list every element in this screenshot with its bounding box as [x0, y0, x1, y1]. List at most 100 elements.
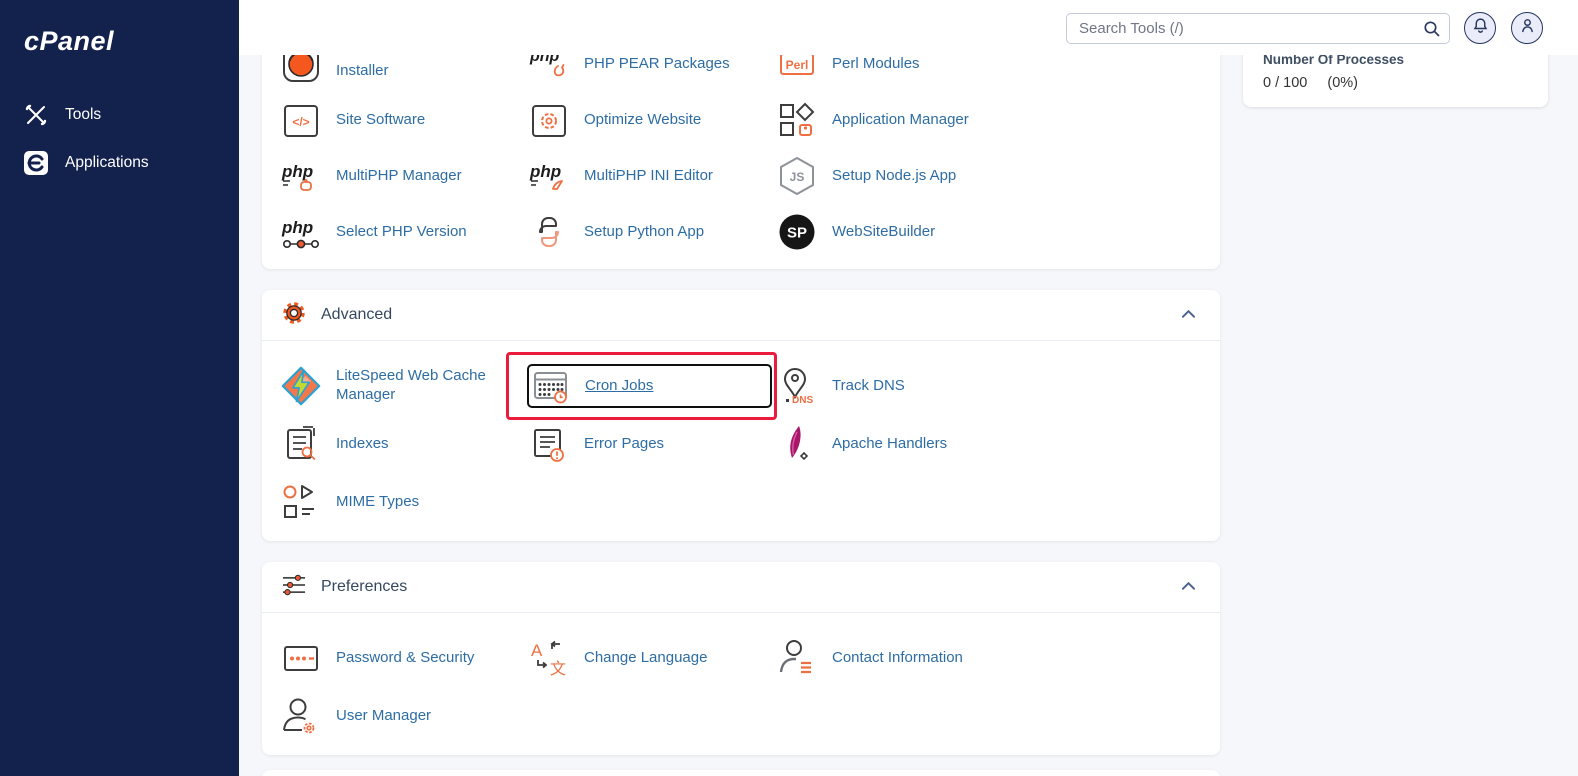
svg-text:DNS: DNS: [792, 395, 813, 406]
sidebar: cPanel Tools Applications: [0, 0, 239, 776]
change-language-icon: A 文: [529, 638, 569, 678]
tool-item-error-pages[interactable]: Error Pages: [529, 415, 777, 473]
tool-label: MIME Types: [336, 493, 419, 512]
tool-item-apache-handlers[interactable]: Apache Handlers: [777, 415, 1220, 473]
tool-item-mime-types[interactable]: MIME Types: [281, 473, 529, 531]
section-title: Advanced: [321, 306, 392, 324]
tool-item-litespeed-web-cache-manager[interactable]: LiteSpeed Web Cache Manager: [281, 357, 529, 415]
tool-label: LiteSpeed Web Cache Manager: [336, 367, 506, 405]
tool-label: Site Software: [336, 111, 425, 130]
chevron-up-icon[interactable]: [1181, 578, 1196, 596]
processes-usage: 0 / 100: [1263, 75, 1307, 91]
websitebuilder-icon: SP: [777, 212, 817, 252]
svg-text:文: 文: [550, 660, 566, 678]
site-software-icon: </>: [281, 100, 321, 140]
tool-item-track-dns[interactable]: DNS Track DNS: [777, 357, 1220, 415]
svg-text:php: php: [281, 218, 313, 237]
section-title: Preferences: [321, 578, 407, 596]
gear-icon: [281, 300, 307, 331]
chevron-up-icon[interactable]: [1181, 306, 1196, 324]
main-area: Installer php PHP PEAR Packages: [239, 0, 1578, 776]
tool-item-user-manager[interactable]: User Manager: [281, 687, 529, 745]
tool-item-indexes[interactable]: Indexes: [281, 415, 529, 473]
nodejs-icon: JS: [777, 156, 817, 196]
sidebar-item-applications[interactable]: Applications: [0, 139, 239, 187]
cpanel-logo: cPanel: [0, 0, 239, 57]
tools-icon: [24, 103, 48, 127]
topbar: [239, 0, 1578, 55]
tool-label: Cron Jobs: [585, 377, 653, 396]
tool-item-multiphp-manager[interactable]: php MultiPHP Manager: [281, 148, 529, 204]
tool-label: Contact Information: [832, 649, 963, 668]
tool-label: MultiPHP INI Editor: [584, 167, 713, 186]
section-preferences: Preferences: [262, 562, 1220, 755]
tool-item-setup-nodejs-app[interactable]: JS Setup Node.js App: [777, 148, 1220, 204]
tool-item-setup-python-app[interactable]: Setup Python App: [529, 204, 777, 260]
tool-label: Apache Handlers: [832, 435, 947, 454]
tool-label: Select PHP Version: [336, 223, 467, 242]
bell-icon: [1472, 17, 1489, 39]
tool-item-application-manager[interactable]: Application Manager: [777, 92, 1220, 148]
cron-jobs-focus-ring[interactable]: Cron Jobs: [527, 364, 772, 408]
tool-label: User Manager: [336, 707, 431, 726]
svg-text:Perl: Perl: [786, 58, 809, 72]
tool-item-password-security[interactable]: Password & Security: [281, 629, 529, 687]
tool-item-optimize-website[interactable]: Optimize Website: [529, 92, 777, 148]
stats-value: 0 / 100 (0%): [1263, 75, 1528, 91]
tool-label: Installer: [336, 62, 389, 81]
tool-item-site-software[interactable]: </> Site Software: [281, 92, 529, 148]
user-icon: [1519, 17, 1536, 39]
tool-label: Optimize Website: [584, 111, 701, 130]
svg-text:JS: JS: [790, 170, 805, 184]
error-pages-icon: [529, 424, 569, 464]
tool-label: Error Pages: [584, 435, 664, 454]
tool-label: Perl Modules: [832, 55, 920, 74]
tool-label: WebSiteBuilder: [832, 223, 935, 242]
content-area: Installer php PHP PEAR Packages: [239, 30, 1578, 751]
tool-item-cron-jobs[interactable]: Cron Jobs: [529, 357, 777, 415]
advanced-section-header[interactable]: Advanced: [262, 290, 1220, 341]
apache-handlers-icon: [777, 424, 817, 464]
tool-item-change-language[interactable]: A 文 Change Language: [529, 629, 777, 687]
notifications-button[interactable]: [1464, 12, 1496, 44]
sidebar-item-label: Tools: [65, 106, 101, 124]
user-manager-icon: [281, 696, 321, 736]
application-manager-icon: [777, 100, 817, 140]
tool-label: Password & Security: [336, 649, 474, 668]
tool-label: Application Manager: [832, 111, 969, 130]
cron-jobs-icon: [532, 366, 572, 406]
tool-item-multiphp-ini-editor[interactable]: php MultiPHP INI Editor: [529, 148, 777, 204]
tool-item-websitebuilder[interactable]: SP WebSiteBuilder: [777, 204, 1220, 260]
contact-information-icon: [777, 638, 817, 678]
sliders-icon: [281, 572, 307, 603]
svg-text:</>: </>: [292, 115, 309, 129]
svg-text:php: php: [529, 162, 561, 181]
applications-icon: [24, 151, 48, 175]
processes-percent: (0%): [1327, 75, 1358, 91]
tool-item-select-php-version[interactable]: php Select PHP Version: [281, 204, 529, 260]
cron-jobs-highlight-box: Cron Jobs: [506, 352, 777, 420]
section-advanced: Advanced LiteSpeed We: [262, 290, 1220, 541]
optimize-website-icon: [529, 100, 569, 140]
search-icon: [1423, 20, 1441, 43]
svg-text:php: php: [281, 162, 313, 181]
search-input[interactable]: [1066, 13, 1450, 44]
sidebar-item-label: Applications: [65, 154, 149, 172]
tool-label: MultiPHP Manager: [336, 167, 462, 186]
indexes-icon: [281, 424, 321, 464]
tool-label: Change Language: [584, 649, 707, 668]
section-software: Installer php PHP PEAR Packages: [262, 30, 1220, 269]
svg-text:A: A: [531, 641, 543, 660]
tool-label: Indexes: [336, 435, 389, 454]
python-icon: [529, 212, 569, 252]
sidebar-item-tools[interactable]: Tools: [0, 91, 239, 139]
multiphp-manager-icon: php: [281, 156, 321, 196]
account-button[interactable]: [1511, 12, 1543, 44]
tool-item-contact-information[interactable]: Contact Information: [777, 629, 1220, 687]
next-section-card-edge: [262, 770, 1220, 776]
password-security-icon: [281, 638, 321, 678]
svg-text:SP: SP: [787, 225, 807, 242]
tool-label: PHP PEAR Packages: [584, 55, 730, 74]
multiphp-ini-editor-icon: php: [529, 156, 569, 196]
preferences-section-header[interactable]: Preferences: [262, 562, 1220, 613]
